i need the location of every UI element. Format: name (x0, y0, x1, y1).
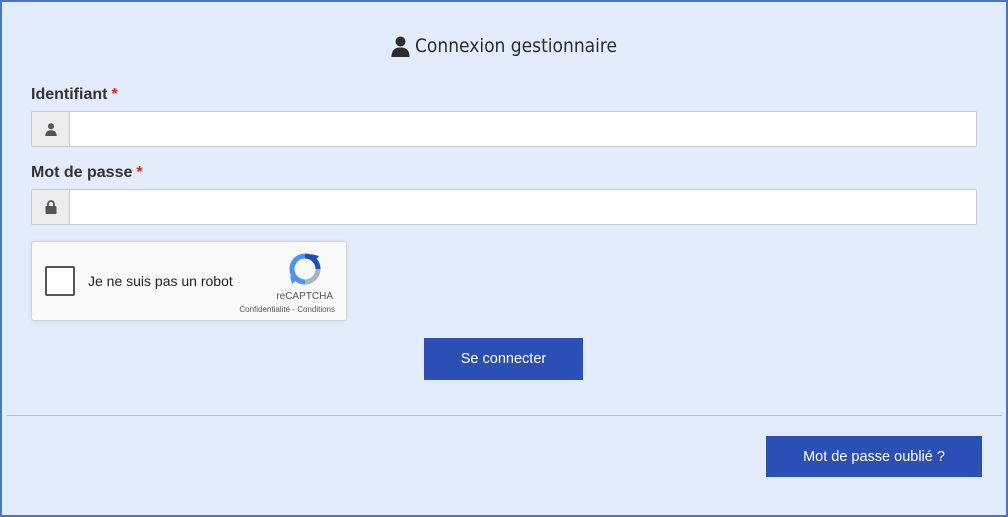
required-marker: * (136, 164, 143, 181)
recaptcha-checkbox[interactable] (45, 266, 75, 296)
username-field (31, 111, 977, 147)
password-input[interactable] (70, 190, 976, 224)
password-label: Mot de passe * (31, 164, 143, 181)
recaptcha-terms-link[interactable]: Conditions (297, 305, 335, 314)
recaptcha-label: Je ne suis pas un robot (88, 273, 233, 289)
user-icon (32, 112, 70, 146)
user-icon (391, 36, 410, 57)
required-marker: * (111, 86, 118, 103)
lock-icon (32, 190, 70, 224)
recaptcha-links: Confidentialité - Conditions (239, 305, 335, 314)
recaptcha-brand: reCAPTCHA (276, 291, 333, 302)
password-field (31, 189, 977, 225)
divider (6, 415, 1002, 416)
page-title-text: Connexion gestionnaire (414, 35, 618, 57)
username-input[interactable] (70, 112, 976, 146)
forgot-password-button[interactable]: Mot de passe oublié ? (766, 436, 982, 477)
recaptcha-privacy-link[interactable]: Confidentialité (239, 305, 290, 314)
recaptcha-widget: Je ne suis pas un robot reCAPTCHA Confid… (31, 241, 347, 321)
recaptcha-separator: - (292, 305, 295, 314)
username-label: Identifiant * (31, 86, 118, 103)
page-title: Connexion gestionnaire (2, 35, 1006, 57)
login-panel: Connexion gestionnaire Identifiant * Mot … (0, 0, 1008, 517)
login-button[interactable]: Se connecter (424, 338, 583, 380)
recaptcha-logo-icon (288, 252, 322, 291)
